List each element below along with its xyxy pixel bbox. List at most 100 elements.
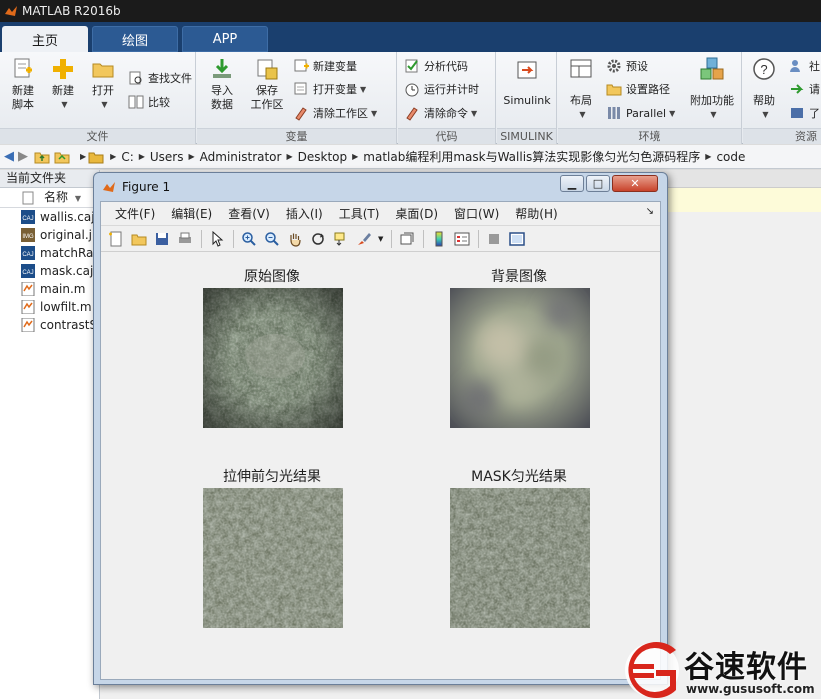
original-image[interactable]	[203, 288, 343, 428]
dock-arrow-icon[interactable]: ↘	[646, 206, 654, 217]
rotate-3d-button[interactable]	[309, 230, 327, 248]
figure-matlab-icon	[103, 182, 115, 192]
resources-group: ? 帮助 ▼ 社 请 了 资源	[743, 52, 821, 144]
list-item[interactable]: main.m	[0, 280, 99, 298]
pan-button[interactable]	[286, 230, 304, 248]
name-column-header[interactable]: 名称 ▼	[0, 188, 99, 208]
new-script-button[interactable]: 新建 脚本	[6, 56, 40, 112]
gear-icon	[607, 59, 621, 73]
browse-folder-icon[interactable]	[54, 150, 70, 164]
menu-window[interactable]: 窗口(W)	[446, 205, 507, 222]
list-item[interactable]: CAJ wallis.caj	[0, 208, 99, 226]
address-segment-project[interactable]: matlab编程利用mask与Wallis算法实现影像匀光匀色源码程序	[363, 148, 700, 165]
background-image[interactable]	[450, 288, 590, 428]
tab-home[interactable]: 主页	[2, 26, 88, 52]
new-plus-icon	[53, 59, 73, 79]
addons-button[interactable]: 附加功能 ▼	[686, 56, 738, 122]
show-plot-tools-icon	[509, 231, 526, 246]
file-column-icon	[22, 191, 34, 205]
request-support-button[interactable]: 请	[789, 79, 820, 99]
zoom-in-button[interactable]	[240, 230, 258, 248]
insert-legend-button[interactable]	[453, 230, 471, 248]
mask-result-image[interactable]	[450, 488, 590, 628]
current-folder-address-bar[interactable]: ◀ ▶ ▶ ▶ C: ▶ Users ▶ Administrator ▶ Des…	[0, 145, 821, 169]
data-cursor-button[interactable]	[332, 230, 350, 248]
brush-button[interactable]	[355, 230, 373, 248]
print-figure-button[interactable]	[176, 230, 194, 248]
menu-desktop[interactable]: 桌面(D)	[387, 205, 446, 222]
tab-plots[interactable]: 绘图	[92, 26, 178, 52]
simulink-button[interactable]: Simulink	[501, 58, 553, 108]
list-item[interactable]: CAJ mask.caj	[0, 262, 99, 280]
link-plot-button[interactable]	[398, 230, 416, 248]
zoom-in-icon	[242, 231, 256, 246]
insert-colorbar-button[interactable]	[430, 230, 448, 248]
save-workspace-button[interactable]: 保存 工作区	[247, 56, 287, 112]
zoom-out-icon	[265, 231, 279, 246]
back-arrow-icon[interactable]: ◀	[4, 149, 14, 164]
menu-insert[interactable]: 插入(I)	[278, 205, 331, 222]
zoom-out-button[interactable]	[263, 230, 281, 248]
figure-canvas[interactable]: 原始图像 背景图像 拉伸前匀光结果 MASK匀光结果	[101, 252, 660, 679]
close-button[interactable]: ✕	[612, 175, 658, 192]
open-file-button[interactable]	[130, 230, 148, 248]
list-item[interactable]: IMG original.j	[0, 226, 99, 244]
parallel-icon	[608, 107, 620, 119]
tab-apps[interactable]: APP	[182, 26, 268, 52]
new-variable-icon	[294, 59, 309, 72]
brush-dropdown-icon[interactable]: ▼	[378, 235, 383, 243]
menu-tools[interactable]: 工具(T)	[331, 205, 388, 222]
layout-button[interactable]: 布局 ▼	[564, 56, 598, 122]
new-figure-button[interactable]	[107, 230, 125, 248]
parallel-button[interactable]: Parallel ▼	[606, 103, 675, 123]
set-path-button[interactable]: 设置路径	[606, 79, 670, 99]
learn-matlab-button[interactable]: 了	[789, 103, 820, 123]
menu-help[interactable]: 帮助(H)	[507, 205, 565, 222]
address-segment-administrator[interactable]: Administrator	[200, 150, 282, 164]
new-variable-button[interactable]: 新建变量	[293, 56, 357, 76]
name-column-label: 名称	[44, 190, 69, 204]
analyze-code-button[interactable]: 分析代码	[404, 56, 468, 76]
open-variable-button[interactable]: 打开变量 ▼	[293, 79, 366, 99]
import-data-button[interactable]: 导入 数据	[205, 56, 239, 112]
run-and-time-button[interactable]: 运行并计时	[404, 79, 479, 99]
list-item[interactable]: CAJ matchRa	[0, 244, 99, 262]
open-button[interactable]: 打开 ▼	[86, 56, 120, 112]
hide-plot-tools-button[interactable]	[485, 230, 503, 248]
find-files-button[interactable]: 查找文件	[128, 68, 192, 88]
preferences-button[interactable]: 预设	[606, 56, 648, 76]
simulink-group-label: SIMULINK	[497, 128, 556, 144]
pre-stretch-result-image[interactable]	[203, 488, 343, 628]
minimize-button[interactable]: ▁	[560, 175, 584, 192]
address-separator-icon: ▶	[352, 152, 359, 161]
edit-plot-button[interactable]	[208, 230, 226, 248]
help-button[interactable]: ? 帮助 ▼	[747, 56, 781, 122]
compare-button[interactable]: 比较	[128, 92, 170, 112]
maximize-button[interactable]: □	[586, 175, 610, 192]
address-segment-drive[interactable]: C:	[121, 150, 133, 164]
save-figure-button[interactable]	[153, 230, 171, 248]
clear-workspace-button[interactable]: 清除工作区 ▼	[293, 103, 377, 123]
menu-edit[interactable]: 编辑(E)	[163, 205, 220, 222]
new-button[interactable]: 新建 ▼	[46, 56, 80, 112]
menu-view[interactable]: 查看(V)	[220, 205, 278, 222]
show-plot-tools-button[interactable]	[508, 230, 526, 248]
community-button[interactable]: 社	[789, 56, 820, 76]
clear-commands-button[interactable]: 清除命令 ▼	[404, 103, 477, 123]
address-segment-desktop[interactable]: Desktop	[298, 150, 348, 164]
toolbar-separator	[423, 229, 425, 248]
list-item[interactable]: lowfilt.m	[0, 298, 99, 316]
caj-file-icon: CAJ	[21, 246, 35, 260]
forward-arrow-icon[interactable]: ▶	[18, 149, 28, 164]
menu-file[interactable]: 文件(F)	[107, 205, 163, 222]
svg-text:CAJ: CAJ	[22, 252, 33, 258]
find-files-label: 查找文件	[148, 72, 192, 85]
set-path-label: 设置路径	[626, 83, 670, 96]
list-item[interactable]: contrastS	[0, 316, 99, 334]
address-segment-users[interactable]: Users	[150, 150, 184, 164]
up-folder-icon[interactable]	[34, 150, 50, 164]
address-segment-code[interactable]: code	[716, 150, 745, 164]
simulink-label: Simulink	[503, 94, 551, 107]
figure-window[interactable]: Figure 1 ▁ □ ✕ 文件(F) 编辑(E) 查看(V) 插入(I) 工…	[93, 172, 668, 685]
data-cursor-icon	[334, 232, 345, 246]
